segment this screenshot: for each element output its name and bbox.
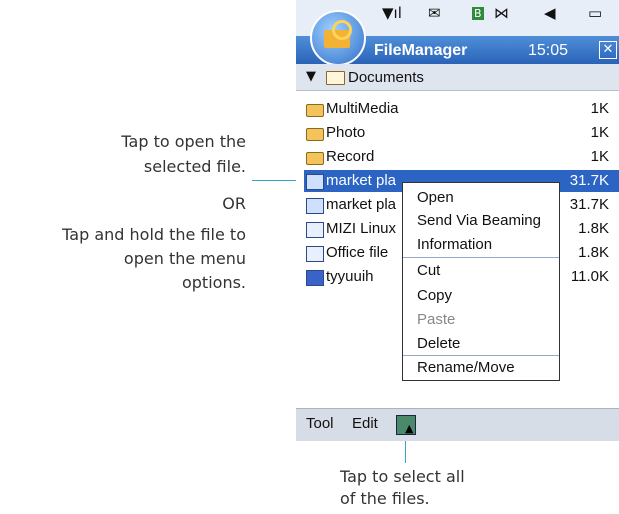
folder-icon [306, 104, 324, 117]
select-all-icon[interactable]: ▲ [396, 415, 416, 435]
menu-item-rename-move[interactable]: Rename/Move [417, 359, 515, 376]
menu-item-open[interactable]: Open [417, 189, 454, 206]
clock: 15:05 [528, 42, 569, 59]
signal-icon: ▼ıl [382, 4, 402, 22]
close-icon[interactable]: ✕ [599, 41, 617, 59]
tool-menu[interactable]: Tool [306, 415, 334, 432]
edit-menu[interactable]: Edit [352, 415, 378, 432]
current-folder: Documents [348, 69, 424, 86]
path-bar[interactable]: ▼ Documents [296, 64, 619, 91]
file-name: Record [326, 148, 375, 165]
file-size: 1K [590, 148, 609, 165]
file-size: 31.7K [569, 172, 609, 189]
annotation-open-line1: Tap to open the [121, 132, 246, 151]
menu-item-cut[interactable]: Cut [417, 262, 440, 279]
file-name: Photo [326, 124, 366, 141]
folder-icon [326, 71, 345, 85]
file-size: 1K [590, 124, 609, 141]
menu-item-copy[interactable]: Copy [417, 287, 452, 304]
file-size: 11.0K [570, 268, 609, 285]
annotation-hold-line3: options. [181, 273, 246, 292]
speaker-icon: ◀ [544, 4, 556, 22]
file-row[interactable]: Record 1K [304, 146, 619, 168]
ppt-icon [306, 222, 324, 238]
annotation-hold-line2: open the menu [123, 249, 246, 268]
menu-item-paste: Paste [417, 311, 456, 328]
menu-item-delete[interactable]: Delete [417, 335, 460, 352]
battery-icon: ▭ [588, 4, 603, 22]
context-menu: Open Send Via Beaming Information Cut Co… [402, 182, 560, 381]
presentation-icon [306, 198, 324, 214]
file-row[interactable]: Photo 1K [304, 122, 619, 144]
file-row[interactable]: MultiMedia 1K [304, 98, 619, 120]
bottom-toolbar: Tool Edit ▲ [296, 408, 619, 441]
mail-icon: ✉ [428, 4, 441, 22]
menu-separator [403, 355, 559, 356]
file-size: 1K [590, 100, 609, 117]
menu-separator [403, 257, 559, 258]
file-size: 31.7K [569, 196, 609, 213]
file-size: 1.8K [578, 220, 609, 237]
file-name: MultiMedia [326, 100, 399, 117]
file-size: 1.8K [578, 244, 609, 261]
folder-icon [306, 128, 324, 141]
annotation-select-line2: of the files. [340, 489, 430, 508]
infrared-icon: ⋈ [494, 4, 509, 22]
annotation-open-line2: selected file. [143, 157, 246, 176]
presentation-icon [306, 174, 324, 190]
file-name: market pla [326, 196, 397, 213]
file-name: MIZI Linux [326, 220, 397, 237]
menu-item-information[interactable]: Information [417, 236, 492, 253]
file-name: tyyuuih [326, 268, 374, 285]
annotation-or: OR [222, 194, 246, 213]
dropdown-arrow-icon[interactable]: ▼ [306, 69, 316, 84]
file-name: market pla [326, 172, 397, 189]
app-title: FileManager [374, 42, 468, 59]
annotation-select-all: Tap to select all of the files. [340, 466, 465, 510]
annotation-hold-line1: Tap and hold the file to [62, 225, 246, 244]
file-manager-logo-icon[interactable] [310, 10, 366, 66]
file-name: Office file [326, 244, 389, 261]
menu-item-send-via-beaming[interactable]: Send Via Beaming [417, 212, 541, 229]
bluetooth-icon: B [472, 7, 484, 20]
word-doc-icon [306, 270, 324, 286]
folder-icon [306, 152, 324, 165]
annotation-select-line1: Tap to select all [340, 467, 465, 486]
ppt-icon [306, 246, 324, 262]
